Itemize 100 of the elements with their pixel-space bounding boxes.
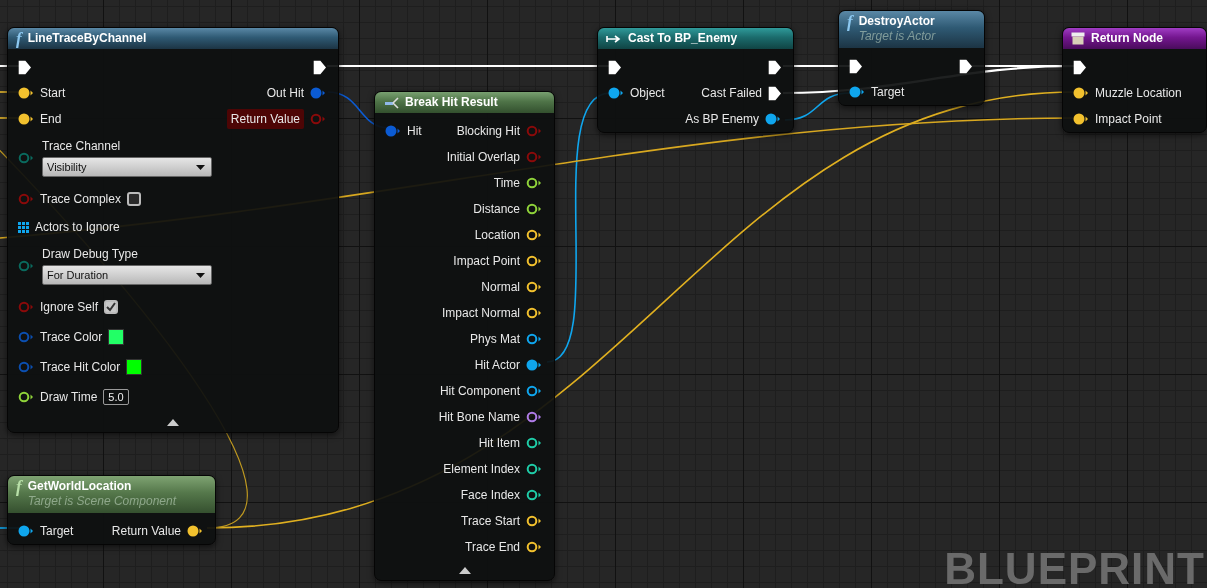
pin-icon[interactable] [526,229,542,241]
graph-canvas[interactable] [0,0,1207,588]
pin-label: Trace Start [461,514,520,528]
node-title: Break Hit Result [405,95,498,110]
pin-label: Normal [481,280,520,294]
node-subtitle: Target is Actor [858,29,936,44]
pin-label: Impact Normal [441,306,520,320]
pin-icon[interactable] [1073,87,1089,99]
function-icon: f [847,14,853,29]
pin-label: Hit Actor [474,358,520,372]
exec-pin-icon[interactable] [608,59,621,75]
pin-icon[interactable] [187,525,203,537]
exec-pin-icon[interactable] [849,58,862,74]
pin-label: Blocking Hit [456,124,520,138]
graph-node[interactable]: Cast To BP_Enemy Object Cast Failed As BP Enemy [597,27,794,133]
checkbox[interactable] [104,300,119,314]
box-icon [1071,32,1085,45]
pin-label: Ignore Self [40,300,99,314]
pin-label: Draw Debug Type [42,247,139,261]
caret-icon [196,164,205,170]
function-icon: f [16,479,22,494]
function-icon: f [16,31,22,46]
node-title: LineTraceByChannel [27,31,147,46]
pin-label: Trace Hit Color [40,360,121,374]
node-subtitle: Target is Scene Component [27,494,176,509]
pin-icon[interactable] [849,86,865,98]
pin-label: Time [493,176,520,190]
pin-label: Trace Channel [42,139,122,153]
pin-label: Muzzle Location [1095,86,1182,100]
collapse-arrow-icon[interactable] [167,418,179,426]
pin-label: Distance [473,202,520,216]
pin-icon[interactable] [526,281,542,293]
number-field[interactable]: 5.0 [103,389,129,405]
pin-icon[interactable] [1073,113,1089,125]
exec-pin-icon[interactable] [1073,59,1086,75]
pin-icon[interactable] [526,463,542,475]
node-title: Cast To BP_Enemy [628,31,738,46]
pin-label: Trace Complex [40,192,121,206]
node-title: GetWorldLocation [27,479,133,494]
pin-label: Return Value [111,524,181,538]
color-swatch[interactable] [126,359,143,375]
graph-node[interactable]: Return Node Muzzle Location Impact Point [1062,27,1207,133]
pin-label: Hit [407,124,422,138]
pin-label: End [40,112,62,126]
pin-label: Location [474,228,520,242]
pin-label: Face Index [460,488,520,502]
pin-label: Initial Overlap [446,150,520,164]
pin-icon[interactable] [765,113,781,125]
exec-pin-icon[interactable] [768,59,781,75]
pin-icon[interactable] [18,87,34,99]
dropdown[interactable]: Visibility [42,157,212,177]
exec-pin-icon[interactable] [768,85,781,101]
exec-pin-icon[interactable] [18,59,31,75]
pin-icon[interactable] [526,333,542,345]
pin-icon[interactable] [18,391,34,403]
pin-label: Out Hit [266,86,304,100]
pin-label: Trace End [465,540,520,554]
pin-label: Start [40,86,66,100]
watermark: BLUEPRINT [944,544,1205,588]
pin-label: Cast Failed [701,86,762,100]
grid-pin-icon[interactable] [18,221,29,233]
pin-icon[interactable] [526,515,542,527]
pin-icon[interactable] [526,411,542,423]
pin-label: Hit Bone Name [438,410,520,424]
split-icon [383,96,399,110]
pin-label: Actors to Ignore [35,220,120,234]
pin-icon[interactable] [608,87,624,99]
graph-node[interactable]: f GetWorldLocation Target is Scene Component Target Return Value [7,475,216,545]
pin-label: Hit Component [439,384,520,398]
pin-label: Return Value [226,109,304,129]
dropdown[interactable]: For Duration [42,265,212,285]
pin-label: Object [630,86,665,100]
pin-icon[interactable] [526,489,542,501]
pin-icon[interactable] [526,203,542,215]
pin-label: Target [40,524,74,538]
pin-label: Phys Mat [470,332,520,346]
collapse-arrow-icon[interactable] [458,566,471,574]
pin-icon[interactable] [526,541,542,553]
pin-label: Draw Time [40,390,98,404]
graph-node[interactable]: f DestroyActor Target is Actor Target [838,10,985,106]
color-swatch[interactable] [108,329,125,345]
graph-node[interactable] [374,91,555,581]
pin-icon[interactable] [18,525,34,537]
exec-pin-icon[interactable] [959,58,972,74]
pin-label: Target [871,85,905,99]
exec-pin-icon[interactable] [313,59,326,75]
pin-label: Hit Item [478,436,520,450]
pin-icon[interactable] [526,437,542,449]
node-title: DestroyActor [858,14,936,29]
pin-icon[interactable] [526,255,542,267]
pin-icon[interactable] [18,113,34,125]
pin-label: Impact Point [453,254,520,268]
pin-icon[interactable] [526,359,542,371]
pin-icon[interactable] [526,307,542,319]
caret-icon [196,272,205,278]
pin-icon[interactable] [526,177,542,189]
pin-icon[interactable] [526,385,542,397]
graph-node[interactable]: f LineTraceByChannel Start Out Hit End Return Value Trace Channel Visibility Trace Complex Actors to Ignore Draw Debug Type For Duration Ignore Self Trace Color Trace Hit Color Draw Time 5.0 [7,27,339,433]
pin-label: Element Index [443,462,520,476]
checkbox[interactable] [126,192,141,206]
